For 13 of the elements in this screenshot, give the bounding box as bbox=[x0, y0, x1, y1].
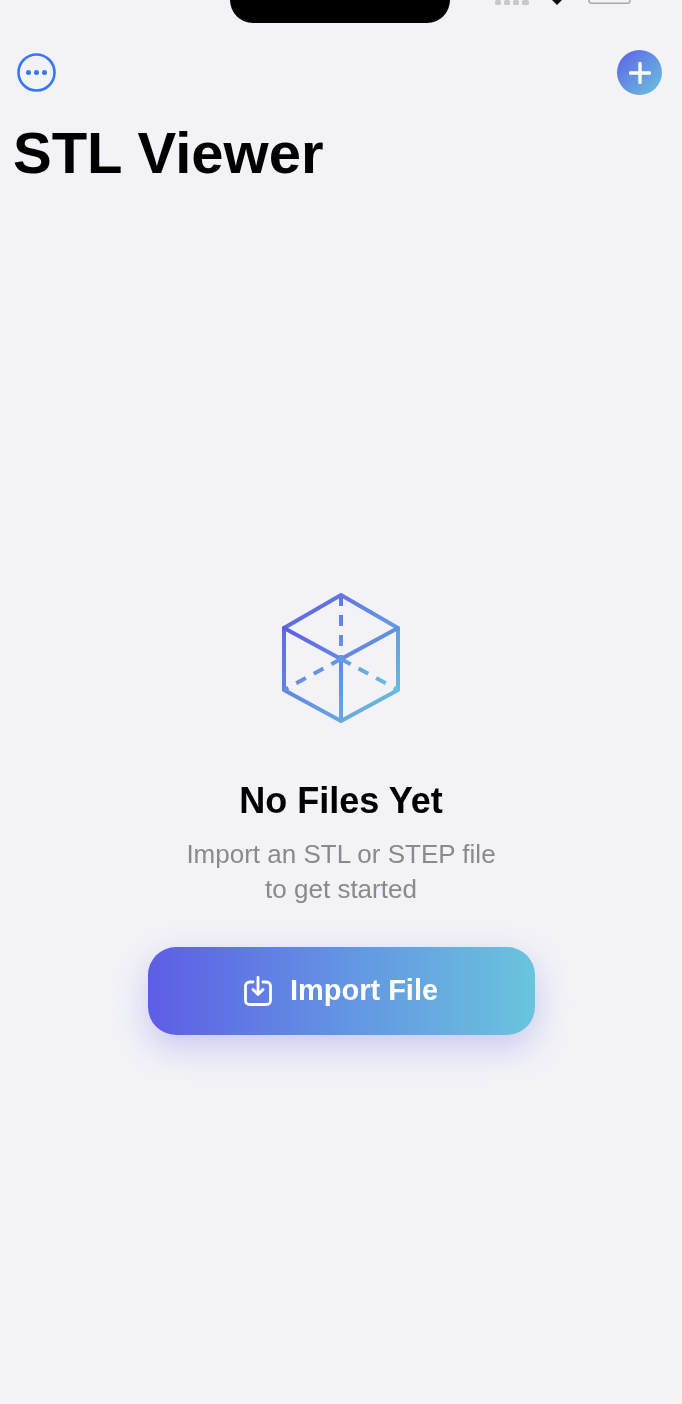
download-tray-icon bbox=[243, 976, 272, 1006]
page-title: STL Viewer bbox=[12, 121, 324, 185]
more-button[interactable] bbox=[17, 53, 56, 92]
wifi-icon bbox=[552, 0, 562, 5]
signal-icon bbox=[495, 0, 529, 5]
cube-icon bbox=[282, 592, 400, 723]
add-button[interactable] bbox=[617, 50, 662, 95]
battery-icon bbox=[588, 0, 631, 4]
plus-icon bbox=[628, 61, 651, 84]
more-icon bbox=[17, 53, 56, 92]
empty-heading: No Files Yet bbox=[239, 779, 443, 823]
empty-message: Import an STL or STEP file to get started bbox=[185, 838, 497, 906]
import-file-button[interactable]: Import File bbox=[147, 947, 535, 1035]
